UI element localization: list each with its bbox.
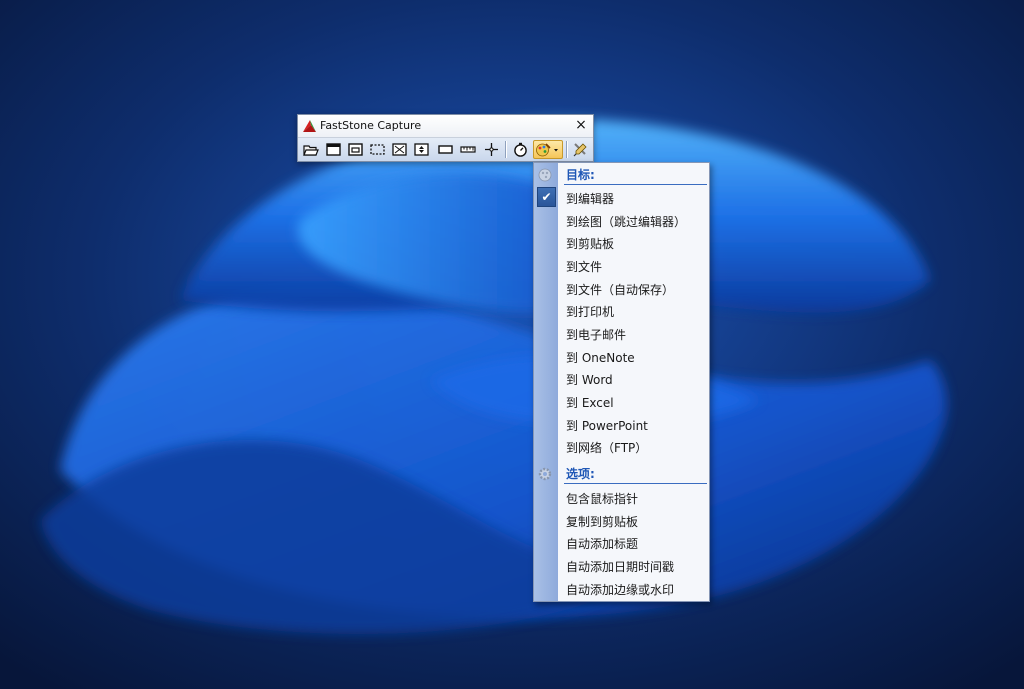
desktop-wallpaper (0, 0, 1024, 689)
menu-item-to-email[interactable]: 到电子邮件 (558, 324, 709, 346)
faststone-capture-window: FastStone Capture × (297, 114, 594, 162)
capture-rectangle-icon[interactable] (367, 140, 387, 159)
output-destination-icon (536, 143, 558, 157)
menu-item-label: 到文件 (566, 260, 603, 274)
capture-fullscreen-icon[interactable] (389, 140, 409, 159)
menu-item-to-file[interactable]: 到文件 (558, 256, 709, 278)
menu-item-label: 到 Excel (566, 396, 614, 410)
menu-item-label: 到电子邮件 (566, 328, 627, 342)
menu-header-label: 选项: (566, 467, 595, 481)
menu-item-copy-to-clipboard[interactable]: 复制到剪贴板 (558, 511, 709, 533)
screen-ruler-icon[interactable] (458, 140, 478, 159)
menu-item-label: 包含鼠标指针 (566, 492, 639, 506)
menu-item-label: 自动添加标题 (566, 537, 639, 551)
menu-header-divider (564, 483, 707, 484)
capture-window-icon[interactable] (323, 140, 343, 159)
checkmark-icon: ✔ (537, 187, 556, 207)
capture-object-icon[interactable] (345, 140, 365, 159)
delay-timer-icon[interactable] (510, 140, 530, 159)
window-title: FastStone Capture (320, 119, 422, 132)
title-bar[interactable]: FastStone Capture × (298, 115, 593, 138)
menu-item-to-clipboard[interactable]: 到剪贴板 (558, 233, 709, 255)
menu-item-to-onenote[interactable]: 到 OneNote (558, 347, 709, 369)
menu-item-to-excel[interactable]: 到 Excel (558, 392, 709, 414)
menu-header-options: 选项: (538, 463, 709, 485)
toolbar-separator (566, 141, 568, 158)
menu-item-label: 到 Word (566, 373, 613, 387)
menu-item-to-paint[interactable]: 到绘图（跳过编辑器） (558, 211, 709, 233)
output-destination-button[interactable] (533, 140, 563, 159)
crosshair-icon[interactable] (481, 140, 501, 159)
capture-fixed-region-icon[interactable] (435, 140, 455, 159)
app-logo-icon (303, 120, 316, 132)
gear-icon (538, 467, 552, 481)
menu-item-auto-border-watermark[interactable]: 自动添加边缘或水印 (558, 579, 709, 601)
menu-item-to-word[interactable]: 到 Word (558, 369, 709, 391)
menu-item-label: 到剪贴板 (566, 237, 615, 251)
toolbar-separator (505, 141, 507, 158)
menu-item-to-printer[interactable]: 到打印机 (558, 301, 709, 323)
menu-item-to-file-autosave[interactable]: 到文件（自动保存） (558, 279, 709, 301)
menu-item-label: 到打印机 (566, 305, 615, 319)
menu-item-to-editor[interactable]: 到编辑器 (558, 188, 709, 210)
palette-icon (538, 168, 552, 182)
settings-icon[interactable] (570, 140, 590, 159)
menu-item-auto-caption[interactable]: 自动添加标题 (558, 533, 709, 555)
output-destination-menu: 目标: ✔ 到编辑器 到绘图（跳过编辑器） 到剪贴板 到文件 到文件（自动保存）… (533, 162, 710, 602)
open-file-icon[interactable] (301, 140, 321, 159)
menu-item-label: 到 OneNote (566, 351, 635, 365)
menu-item-include-cursor[interactable]: 包含鼠标指针 (558, 488, 709, 510)
capture-scrolling-icon[interactable] (411, 140, 431, 159)
menu-item-label: 自动添加日期时间戳 (566, 560, 675, 574)
close-icon[interactable]: × (573, 117, 589, 133)
menu-header-divider (564, 184, 707, 185)
menu-item-to-powerpoint[interactable]: 到 PowerPoint (558, 415, 709, 437)
menu-icon-gutter (534, 163, 558, 601)
menu-header-label: 目标: (566, 168, 595, 182)
menu-item-label: 自动添加边缘或水印 (566, 583, 675, 597)
menu-item-auto-timestamp[interactable]: 自动添加日期时间戳 (558, 556, 709, 578)
menu-item-to-ftp[interactable]: 到网络（FTP） (558, 437, 709, 459)
menu-item-label: 到文件（自动保存） (566, 283, 675, 297)
menu-item-label: 复制到剪贴板 (566, 515, 639, 529)
capture-toolbar (298, 138, 593, 161)
menu-item-label: 到 PowerPoint (566, 419, 648, 433)
menu-item-label: 到编辑器 (566, 192, 615, 206)
menu-item-label: 到绘图（跳过编辑器） (566, 215, 687, 229)
menu-header-target: 目标: (538, 164, 709, 186)
menu-item-label: 到网络（FTP） (566, 441, 648, 455)
